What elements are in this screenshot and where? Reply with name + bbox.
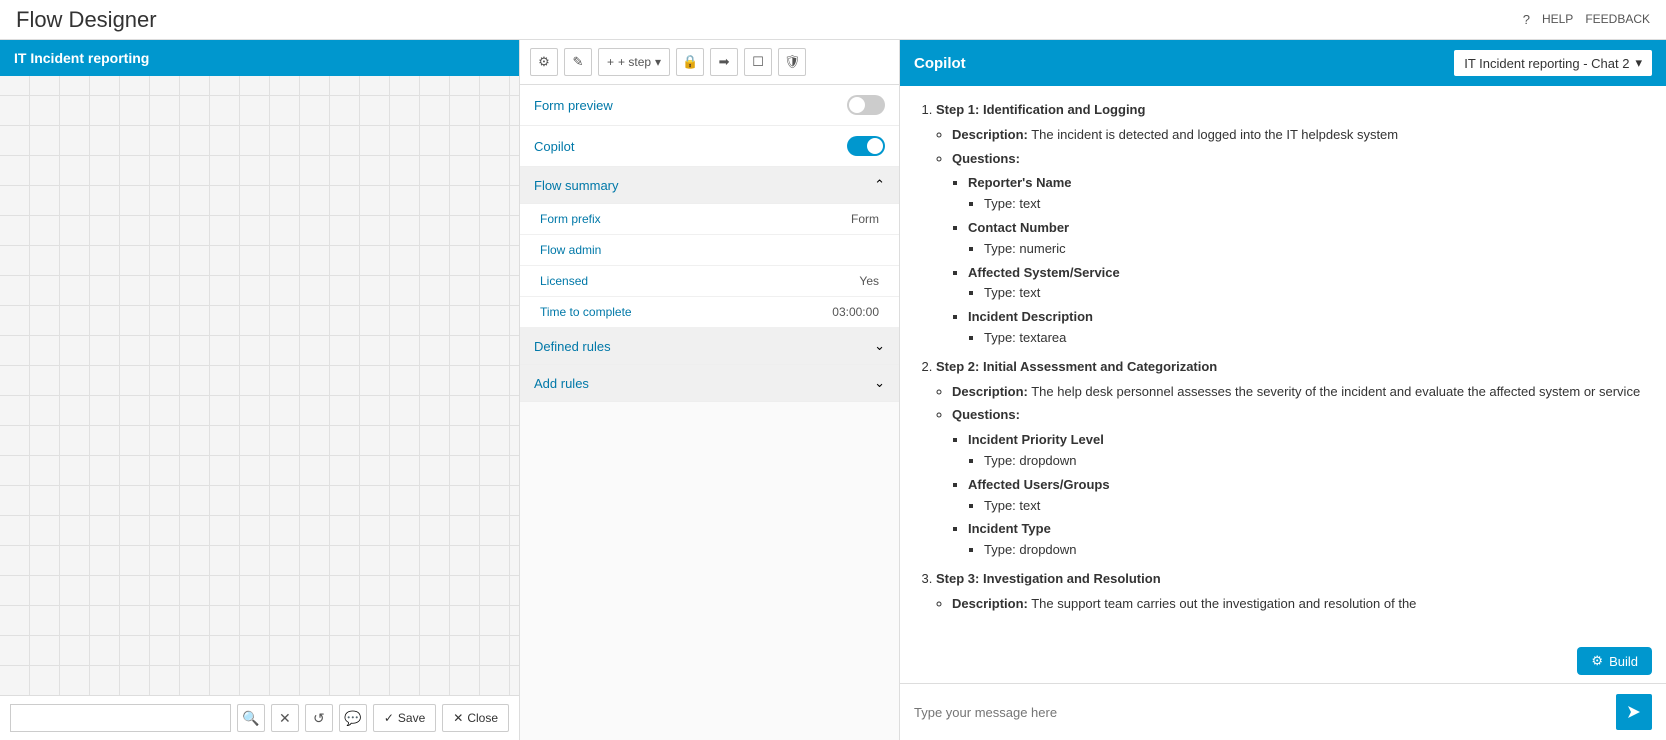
summary-row-licensed: Licensed Yes [520,266,899,297]
summary-row-flow-admin: Flow admin [520,235,899,266]
flow-summary-table: Form prefix Form Flow admin Licensed Yes… [520,204,899,328]
left-panel: IT Incident reporting 🔍 ✕ ↺ 💬 ✓ Save ✕ C… [0,40,520,740]
form-prefix-value: Form [851,212,879,226]
help-icon: ? [1523,12,1530,27]
middle-panel: ⚙ ✎ + + step ▾ 🔒 ➡ ☐ 🛡 Form preview [520,40,900,740]
copilot-footer [900,683,1666,740]
step3-description: The support team carries out the investi… [1031,596,1416,611]
licensed-value: Yes [859,274,879,288]
feedback-link[interactable]: FEEDBACK [1585,12,1650,27]
gear-icon: ⚙ [1591,653,1603,669]
copilot-content: Step 1: Identification and Logging Descr… [900,86,1666,647]
licensed-key: Licensed [540,274,588,288]
dropdown-chevron-icon: ▾ [1635,55,1642,71]
copilot-toggle[interactable] [847,136,885,156]
flow-summary-label: Flow summary [534,178,619,193]
flow-summary-section-header[interactable]: Flow summary ⌃ [520,167,899,204]
lock-button[interactable]: 🔒 [676,48,704,76]
header-links: ? HELP FEEDBACK [1523,12,1650,27]
save-checkmark-icon: ✓ [384,711,394,725]
time-value: 03:00:00 [832,305,879,319]
flow-name-label: IT Incident reporting [14,50,149,66]
flow-canvas [0,76,519,695]
defined-rules-chevron-icon: ⌄ [874,338,885,354]
add-step-button[interactable]: + + step ▾ [598,48,670,76]
step1-title: Step 1: Identification and Logging [936,102,1145,117]
defined-rules-section-header[interactable]: Defined rules ⌄ [520,328,899,365]
build-btn-wrapper: ⚙ Build [900,647,1666,683]
edit-button[interactable]: ✎ [564,48,592,76]
settings-button[interactable]: ⚙ [530,48,558,76]
app-title: Flow Designer [16,7,157,33]
step1-description: The incident is detected and logged into… [1031,127,1398,142]
toggle-slider [847,95,885,115]
copilot-label: Copilot [534,139,574,154]
build-button[interactable]: ⚙ Build [1577,647,1652,675]
comment-button[interactable]: 💬 [339,704,367,732]
undo-button[interactable]: ↺ [305,704,333,732]
copilot-panel-title: Copilot [914,55,966,72]
save-button[interactable]: ✓ Save [373,704,436,732]
flow-admin-key: Flow admin [540,243,601,257]
copilot-header: Copilot IT Incident reporting - Chat 2 ▾ [900,40,1666,86]
send-button[interactable] [1616,694,1652,730]
form-preview-label: Form preview [534,98,613,113]
shield-button[interactable]: 🛡 [778,48,806,76]
help-link[interactable]: HELP [1542,12,1573,27]
message-input[interactable] [914,694,1606,730]
plus-icon: + [607,55,614,69]
send-icon [1626,704,1642,720]
step2-description: The help desk personnel assesses the sev… [1031,384,1640,399]
step3-title: Step 3: Investigation and Resolution [936,571,1161,586]
left-panel-footer: 🔍 ✕ ↺ 💬 ✓ Save ✕ Close [0,695,519,740]
copilot-right-area: Step 1: Identification and Logging Descr… [900,86,1666,740]
add-rules-section-header[interactable]: Add rules ⌄ [520,365,899,402]
form-preview-row: Form preview [520,85,899,126]
chevron-down-icon: ▾ [655,55,661,69]
copilot-panel: Copilot IT Incident reporting - Chat 2 ▾… [900,40,1666,740]
main-layout: IT Incident reporting 🔍 ✕ ↺ 💬 ✓ Save ✕ C… [0,40,1666,740]
summary-row-form-prefix: Form prefix Form [520,204,899,235]
copilot-chat-dropdown[interactable]: IT Incident reporting - Chat 2 ▾ [1454,50,1652,76]
form-prefix-key: Form prefix [540,212,601,226]
step2-title: Step 2: Initial Assessment and Categoriz… [936,359,1217,374]
defined-rules-label: Defined rules [534,339,611,354]
close-button[interactable]: ✕ Close [442,704,509,732]
export-button[interactable]: ➡ [710,48,738,76]
middle-toolbar: ⚙ ✎ + + step ▾ 🔒 ➡ ☐ 🛡 [520,40,899,85]
time-key: Time to complete [540,305,632,319]
add-rules-chevron-icon: ⌄ [874,375,885,391]
summary-row-time: Time to complete 03:00:00 [520,297,899,328]
layout-button[interactable]: ☐ [744,48,772,76]
middle-content: Form preview Copilot Flow summary ⌃ [520,85,899,740]
close-x-icon: ✕ [453,711,463,725]
search-button[interactable]: 🔍 [237,704,265,732]
copilot-toggle-slider [847,136,885,156]
form-preview-toggle[interactable] [847,95,885,115]
copilot-row: Copilot [520,126,899,167]
flow-summary-chevron-icon: ⌃ [874,177,885,193]
left-panel-header: IT Incident reporting [0,40,519,76]
app-header: Flow Designer ? HELP FEEDBACK [0,0,1666,40]
add-rules-label: Add rules [534,376,589,391]
copilot-chat-label: IT Incident reporting - Chat 2 [1464,56,1629,71]
search-input[interactable] [10,704,231,732]
clear-button[interactable]: ✕ [271,704,299,732]
